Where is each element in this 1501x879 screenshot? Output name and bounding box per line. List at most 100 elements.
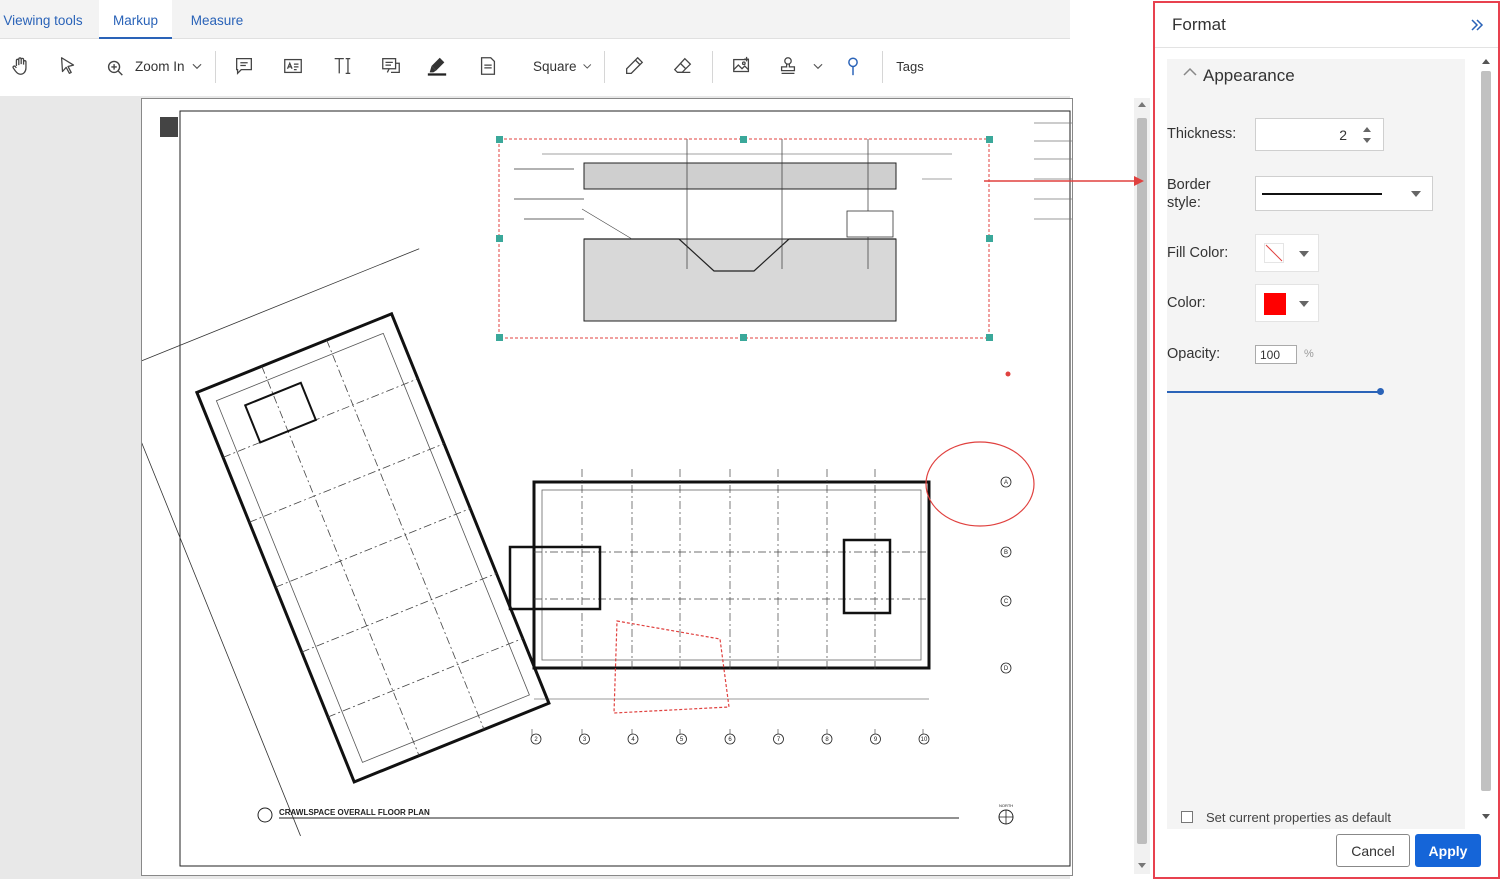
color-label: Color: bbox=[1167, 295, 1206, 311]
chevron-down-icon bbox=[582, 64, 591, 69]
document-viewer: Viewing tools Markup Measure Zoom In Squ… bbox=[0, 0, 1154, 879]
svg-text:10: 10 bbox=[921, 737, 928, 743]
text-box-icon bbox=[284, 58, 302, 74]
comment-tool-button[interactable] bbox=[232, 49, 256, 83]
grid-letter-bubbles: A B C D bbox=[1000, 476, 1012, 674]
map-pin-icon bbox=[848, 57, 858, 76]
border-style-select[interactable] bbox=[1255, 176, 1433, 211]
chevron-down-icon bbox=[813, 63, 823, 70]
scroll-down-arrow-icon[interactable] bbox=[1137, 862, 1147, 870]
opacity-value[interactable]: 100 bbox=[1260, 348, 1280, 362]
format-panel: Format Appearance Thickness: 2 Border st… bbox=[1153, 1, 1500, 879]
toolbar-divider bbox=[604, 51, 605, 83]
scroll-down-arrow-icon[interactable] bbox=[1481, 813, 1491, 821]
detail-bubble bbox=[257, 807, 273, 823]
drawing-sheet[interactable]: 2 3 4 5 6 7 8 9 10 A B C D CRAWLSPACE OVERALL FLOOR… bbox=[141, 98, 1073, 876]
viewer-scrollbar-thumb[interactable] bbox=[1137, 118, 1147, 844]
apply-button[interactable]: Apply bbox=[1415, 834, 1481, 867]
svg-text:B: B bbox=[1004, 550, 1008, 556]
grid-bubble-6: 6 bbox=[724, 733, 736, 745]
text-icon bbox=[334, 58, 351, 74]
pencil-tool-button[interactable] bbox=[622, 49, 646, 83]
svg-text:C: C bbox=[1004, 599, 1009, 605]
zoom-in-icon bbox=[107, 60, 123, 76]
text-tool-button[interactable] bbox=[330, 49, 354, 83]
opacity-slider[interactable] bbox=[1167, 385, 1384, 399]
pin-tool-button[interactable] bbox=[842, 49, 864, 83]
grid-bubble-7: 7 bbox=[773, 733, 784, 745]
detail-section-drawing bbox=[514, 139, 952, 322]
highlighter-icon bbox=[427, 57, 447, 76]
grid-bubble-10: 10 bbox=[918, 733, 930, 745]
sheet-border bbox=[179, 110, 1071, 867]
solid-line-preview bbox=[1262, 193, 1382, 195]
set-default-checkbox[interactable] bbox=[1181, 811, 1193, 823]
zoom-in-label: Zoom In bbox=[135, 58, 185, 74]
grid-bubble-A: A bbox=[1000, 476, 1012, 488]
stamp-tool-dropdown[interactable] bbox=[776, 49, 826, 83]
north-label: NORTH bbox=[999, 803, 1013, 808]
note-tool-button[interactable] bbox=[476, 49, 500, 83]
panel-scrollbar-thumb[interactable] bbox=[1481, 71, 1491, 791]
no-fill-swatch-icon bbox=[1264, 243, 1284, 263]
toolbar-divider bbox=[712, 51, 713, 83]
grid-bubble-C: C bbox=[1000, 595, 1012, 607]
shape-label: Square bbox=[533, 58, 577, 74]
building-main bbox=[508, 469, 931, 739]
qr-code bbox=[160, 117, 178, 137]
caret-down-icon bbox=[1299, 301, 1309, 307]
eraser-tool-button[interactable] bbox=[671, 49, 695, 83]
border-style-label: Border style: bbox=[1167, 176, 1211, 212]
scroll-up-arrow-icon[interactable] bbox=[1137, 100, 1147, 108]
appearance-header[interactable]: Appearance bbox=[1203, 66, 1295, 86]
pin-markup bbox=[1005, 371, 1011, 377]
highlighter-tool-button[interactable] bbox=[424, 49, 450, 83]
grid-bubble-8: 8 bbox=[821, 733, 833, 745]
tab-viewing-tools[interactable]: Viewing tools bbox=[0, 0, 86, 38]
thickness-stepper[interactable]: 2 bbox=[1255, 118, 1384, 151]
slider-handle[interactable] bbox=[1377, 388, 1384, 395]
fill-color-picker[interactable] bbox=[1255, 234, 1319, 272]
zoom-in-dropdown[interactable]: Zoom In bbox=[104, 49, 204, 83]
floor-plan-drawing: 2 3 4 5 6 7 8 9 10 A B C D CRAWLSPACE OVERALL FLOOR… bbox=[142, 110, 1072, 867]
toolbar-divider bbox=[882, 51, 883, 83]
select-tool-button[interactable] bbox=[56, 49, 80, 83]
border-style-label-line2: style: bbox=[1167, 195, 1201, 211]
text-box-tool-button[interactable] bbox=[281, 49, 305, 83]
stroke-color-picker[interactable] bbox=[1255, 284, 1319, 322]
caret-down-icon bbox=[1299, 251, 1309, 257]
set-default-label[interactable]: Set current properties as default bbox=[1206, 810, 1391, 825]
grid-bubble-5: 5 bbox=[676, 733, 687, 745]
grid-number-bubbles: 2 3 4 5 6 7 8 9 10 bbox=[530, 733, 930, 745]
tab-bar: Viewing tools Markup Measure bbox=[0, 0, 1070, 39]
pan-tool-button[interactable] bbox=[8, 49, 34, 83]
opacity-unit: % bbox=[1304, 348, 1314, 360]
format-panel-header: Format bbox=[1155, 3, 1498, 48]
thickness-value[interactable]: 2 bbox=[1339, 127, 1347, 143]
slider-fill bbox=[1167, 391, 1381, 393]
drawing-title: CRAWLSPACE OVERALL FLOOR PLAN bbox=[279, 808, 430, 817]
chevron-down-icon bbox=[192, 63, 202, 70]
cursor-arrow-icon bbox=[60, 57, 75, 74]
callout-tool-button[interactable] bbox=[379, 49, 403, 83]
hand-icon bbox=[12, 57, 27, 75]
scroll-up-arrow-icon[interactable] bbox=[1481, 57, 1491, 65]
collapse-panel-icon[interactable] bbox=[1467, 15, 1487, 35]
cancel-button[interactable]: Cancel bbox=[1336, 834, 1410, 867]
building-wing-rotated bbox=[142, 248, 551, 837]
tags-button[interactable]: Tags bbox=[893, 49, 927, 83]
shape-square-dropdown[interactable]: Square bbox=[533, 49, 593, 83]
red-color-swatch bbox=[1264, 293, 1286, 315]
title-block-lines bbox=[1034, 122, 1072, 220]
opacity-label: Opacity: bbox=[1167, 346, 1221, 362]
opacity-input[interactable]: 100 bbox=[1255, 345, 1297, 364]
tab-measure[interactable]: Measure bbox=[186, 0, 248, 38]
grid-bubble-4: 4 bbox=[627, 733, 639, 745]
tab-markup[interactable]: Markup bbox=[99, 0, 172, 39]
chevron-up-icon[interactable] bbox=[1183, 67, 1197, 77]
image-tool-button[interactable] bbox=[730, 49, 754, 83]
eraser-icon bbox=[673, 57, 692, 74]
stepper-arrows-icon[interactable] bbox=[1361, 124, 1373, 146]
grid-bubble-D: D bbox=[1000, 662, 1012, 674]
caret-down-icon bbox=[1411, 191, 1421, 197]
